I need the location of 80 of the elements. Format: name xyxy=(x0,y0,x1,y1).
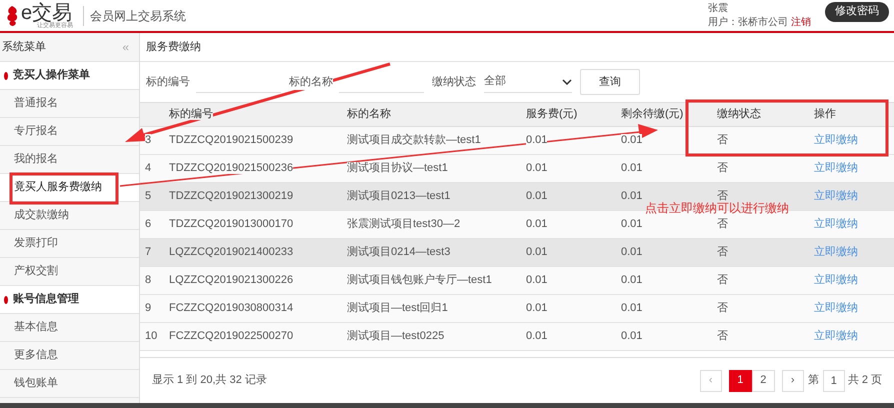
table-cell: TDZZCQ2019013000170 xyxy=(169,218,294,230)
table-cell: 0.01 xyxy=(526,246,548,258)
page-button[interactable]: 1 xyxy=(728,370,752,392)
logo-text: e交易 xyxy=(21,2,72,22)
table-cell: 测试项目—test回归1 xyxy=(347,302,448,314)
table-cell: 0.01 xyxy=(621,190,642,202)
table-cell: 0.01 xyxy=(621,302,642,314)
column-header: 操作 xyxy=(814,108,836,120)
table-cell: 张震测试项目test30—2 xyxy=(347,218,460,230)
row-number: 8 xyxy=(145,274,152,286)
query-button[interactable]: 查询 xyxy=(580,69,640,95)
table-cell: 0.01 xyxy=(526,134,548,146)
user-company: 用户：张桥市公司 xyxy=(708,16,788,30)
table-cell: LQZZCQ2019021300226 xyxy=(169,274,294,286)
table-cell: 0.01 xyxy=(621,274,642,286)
table-cell: 否 xyxy=(717,330,728,342)
filter-label: 标的名称 xyxy=(289,74,333,90)
user-name: 张震 xyxy=(708,2,729,16)
sidebar-section[interactable]: 账号信息管理 xyxy=(0,286,139,314)
chevron-down-icon xyxy=(562,78,572,84)
table-cell: 否 xyxy=(717,190,728,202)
table-cell: LQZZCQ2019021400233 xyxy=(169,246,294,258)
sidebar-item[interactable]: 竟买人服务费缴纳 xyxy=(0,174,139,202)
record-summary: 显示 1 到 20,共 32 记录 xyxy=(152,373,267,388)
section-icon xyxy=(4,72,8,80)
filter-label: 缴纳状态 xyxy=(432,74,476,90)
page-button[interactable]: 2 xyxy=(752,370,775,392)
table-cell: 否 xyxy=(717,162,728,174)
table-cell: 否 xyxy=(717,134,728,146)
table-cell: 否 xyxy=(717,246,728,258)
table-cell: 0.01 xyxy=(621,246,642,258)
table-cell: 测试项目协议—test1 xyxy=(347,162,448,174)
row-number: 5 xyxy=(145,190,152,202)
next-page-button[interactable]: › xyxy=(782,370,804,392)
table-cell: 测试项目0214—test3 xyxy=(347,246,450,258)
page-title: 服务费缴纳 xyxy=(146,40,201,55)
sidebar-section[interactable]: 竞买人操作菜单 xyxy=(0,62,139,90)
status-select[interactable]: 全部 xyxy=(484,71,572,93)
change-password-button[interactable]: 修改密码 xyxy=(825,2,889,22)
table-cell: FCZZCQ2019030800314 xyxy=(169,302,294,314)
section-icon xyxy=(4,296,8,304)
table-cell: 否 xyxy=(717,302,728,314)
annotation-note: 点击立即缴纳可以进行缴纳 xyxy=(645,200,789,217)
table-cell: TDZZCQ2019021300219 xyxy=(169,190,294,202)
sidebar-title: 系统菜单 xyxy=(2,40,46,55)
table-cell: 0.01 xyxy=(621,162,642,174)
table-cell: 0.01 xyxy=(526,274,548,286)
page-prefix: 第 xyxy=(808,373,819,388)
column-header: 标的编号 xyxy=(169,108,213,120)
page-input-field[interactable]: 1 xyxy=(822,370,845,392)
filter-label: 标的编号 xyxy=(146,74,190,90)
page-total: 共 2 页 xyxy=(848,373,882,388)
table-cell: 0.01 xyxy=(621,134,642,146)
column-header: 服务费(元) xyxy=(526,108,578,120)
table-cell: 0.01 xyxy=(526,302,548,314)
row-number: 6 xyxy=(145,218,152,230)
table-cell: 测试项目成交款转款—test1 xyxy=(347,134,481,146)
table-cell: 测试项目0213—test1 xyxy=(347,190,450,202)
table-cell: 测试项目—test0225 xyxy=(347,330,444,342)
row-number: 9 xyxy=(145,302,152,314)
table-cell: 否 xyxy=(717,274,728,286)
table-cell: 0.01 xyxy=(526,190,548,202)
system-title: 会员网上交易系统 xyxy=(90,8,186,24)
table-cell: 0.01 xyxy=(621,218,642,230)
table-cell: TDZZCQ2019021500239 xyxy=(169,134,294,146)
table-cell: TDZZCQ2019021500236 xyxy=(169,162,294,174)
table-cell: 测试项目钱包账户专厅—test1 xyxy=(347,274,492,286)
logo-icon xyxy=(5,4,19,26)
table-cell: 否 xyxy=(717,218,728,230)
table-cell: 0.01 xyxy=(526,218,548,230)
table-cell: 0.01 xyxy=(621,330,642,342)
column-header: 剩余待缴(元) xyxy=(621,108,684,120)
column-header: 标的名称 xyxy=(347,108,391,120)
column-header: 缴纳状态 xyxy=(717,108,761,120)
row-number: 3 xyxy=(145,134,152,146)
table-cell: 0.01 xyxy=(526,162,548,174)
table-cell: 0.01 xyxy=(526,330,548,342)
logout-link[interactable]: 注销 xyxy=(791,16,811,30)
row-number: 10 xyxy=(145,330,158,342)
table-cell: FCZZCQ2019022500270 xyxy=(169,330,294,342)
